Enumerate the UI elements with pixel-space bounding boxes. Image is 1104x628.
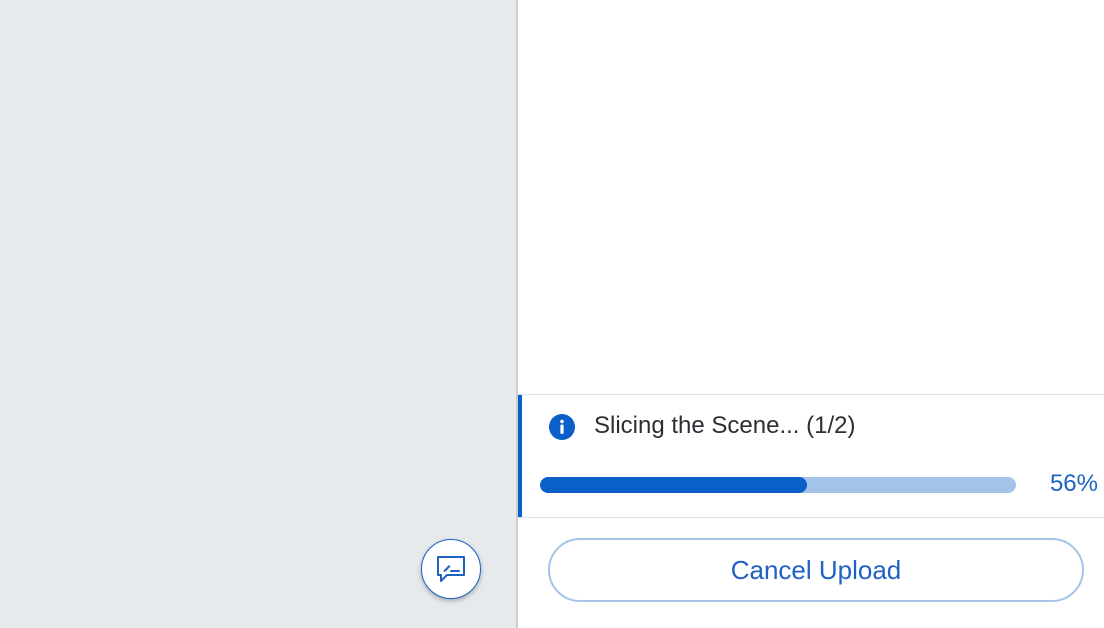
status-accent-bar xyxy=(518,395,522,517)
upload-panel: Slicing the Scene... (1/2) 56% Cancel Up… xyxy=(518,0,1104,628)
feedback-button[interactable] xyxy=(421,539,481,599)
progress-bar xyxy=(540,477,1016,493)
feedback-icon xyxy=(437,556,465,582)
status-message: Slicing the Scene... (1/2) xyxy=(594,412,856,439)
upload-status-banner: Slicing the Scene... (1/2) 56% xyxy=(518,394,1104,518)
cancel-upload-button[interactable]: Cancel Upload xyxy=(548,538,1084,602)
app-window: Slicing the Scene... (1/2) 56% Cancel Up… xyxy=(0,0,1104,628)
info-icon xyxy=(549,414,575,440)
progress-percent: 56% xyxy=(1049,470,1098,497)
progress-bar-fill xyxy=(540,477,807,493)
left-pane xyxy=(0,0,516,628)
